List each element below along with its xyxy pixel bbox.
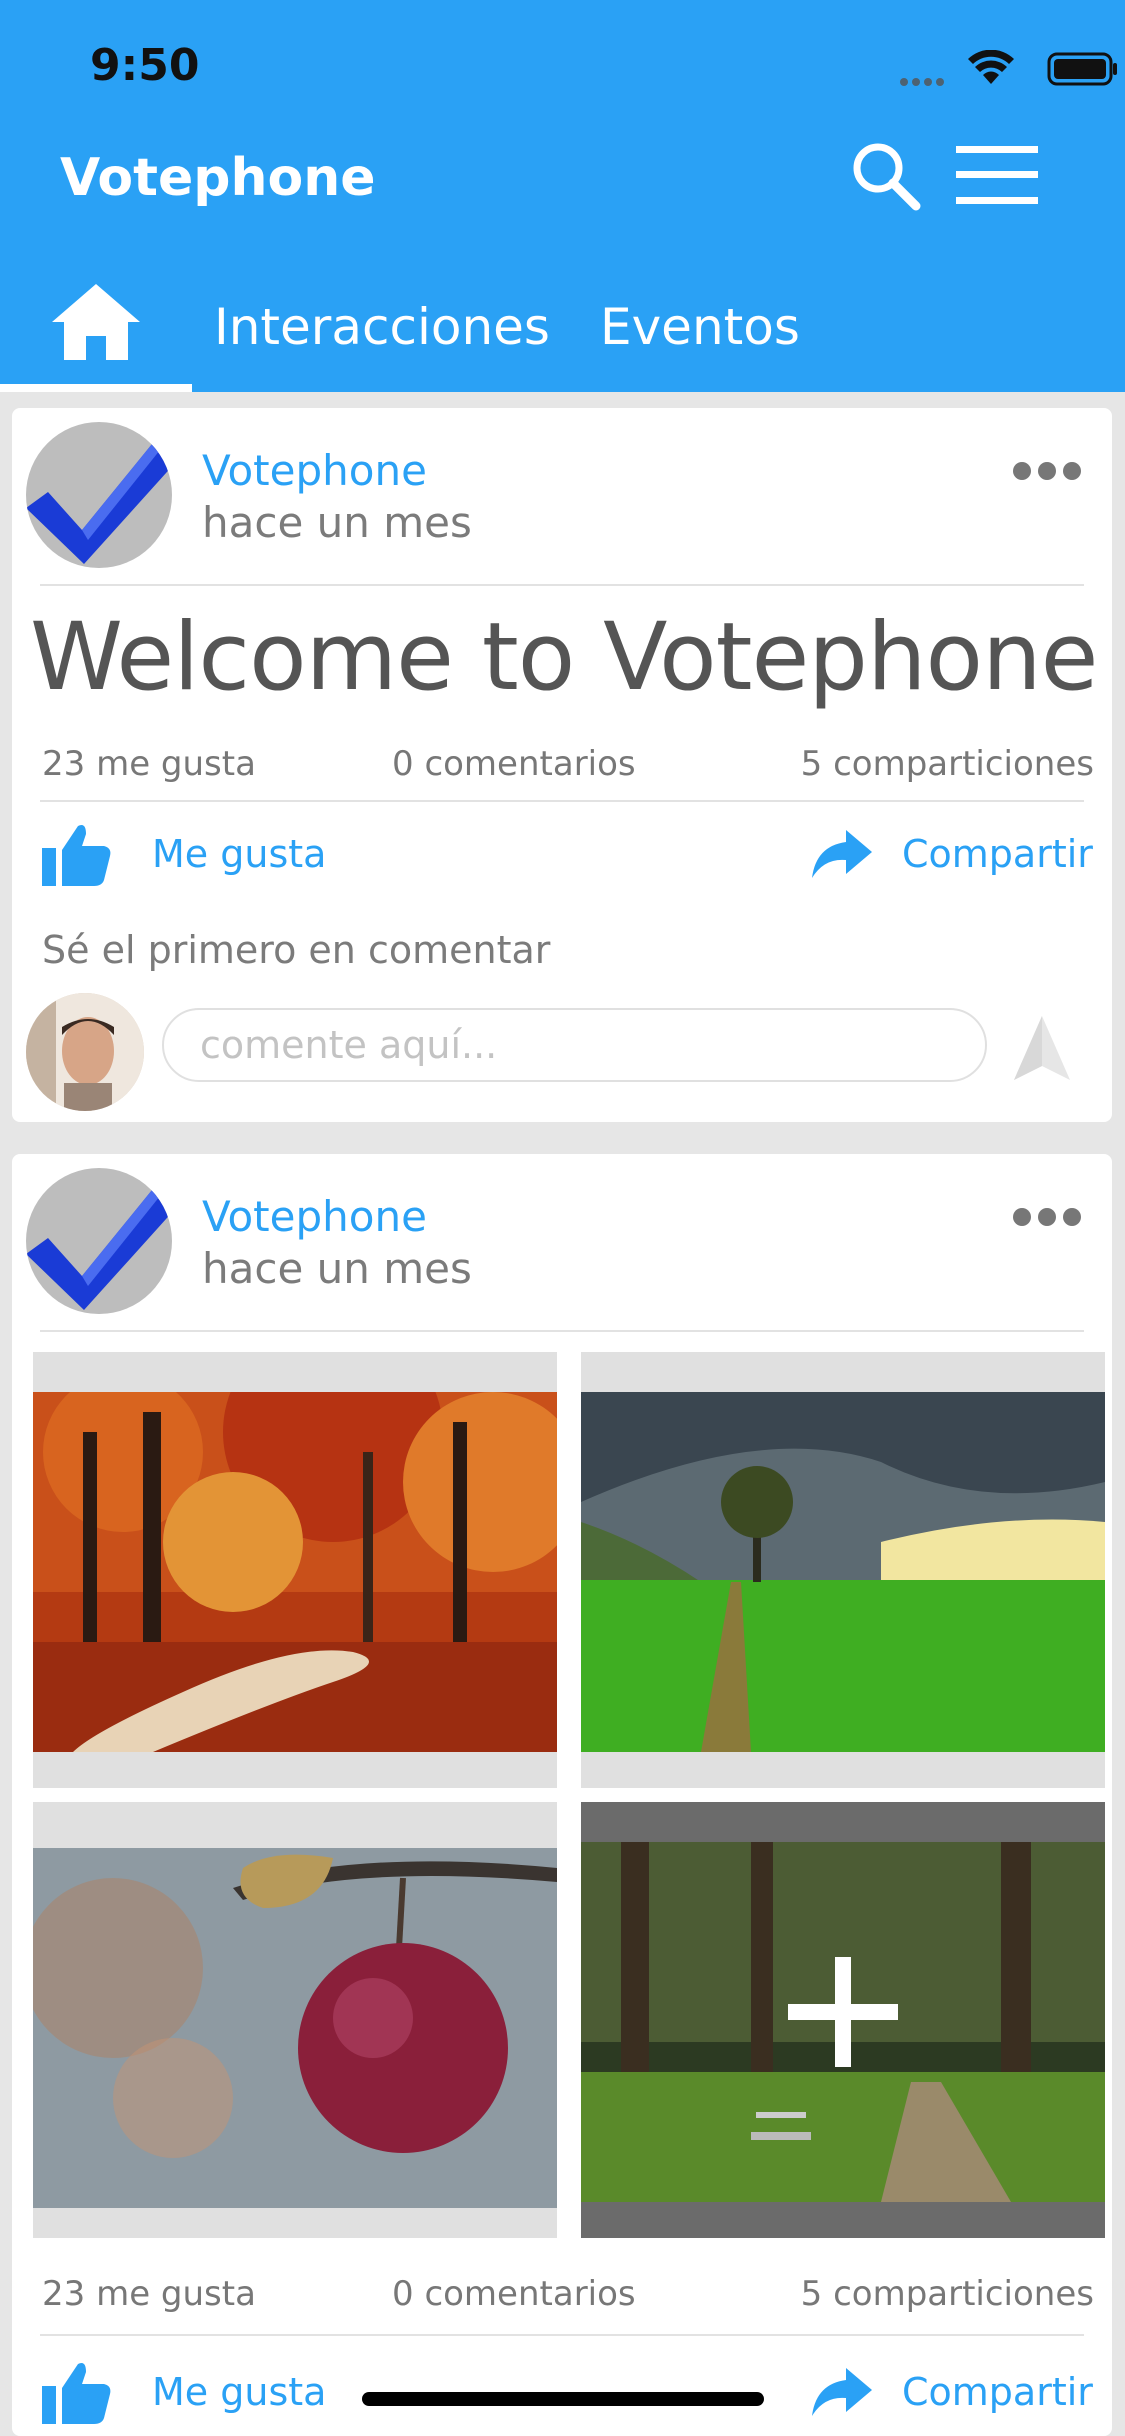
share-arrow-icon [812, 830, 872, 878]
tab-active-indicator [0, 384, 192, 392]
image-tile-autumn-forest-path[interactable] [33, 1352, 557, 1788]
likes-count[interactable]: 23 me gusta [42, 744, 256, 784]
like-label: Me gusta [152, 2370, 327, 2414]
menu-button[interactable] [956, 146, 1038, 204]
comment-input[interactable] [162, 1008, 987, 1082]
post-time: hace un mes [202, 1244, 472, 1293]
more-options-button[interactable] [1012, 1204, 1082, 1230]
home-indicator[interactable] [362, 2392, 764, 2406]
shares-count[interactable]: 5 comparticiones [801, 744, 1094, 784]
search-icon [853, 143, 921, 211]
post-author[interactable]: Votephone [202, 446, 427, 495]
author-avatar[interactable] [26, 422, 172, 568]
tab-bar: Interacciones Eventos [0, 270, 1125, 392]
divider [40, 800, 1084, 802]
post-time: hace un mes [202, 498, 472, 547]
tab-interacciones[interactable]: Interacciones [214, 298, 550, 356]
plus-icon [788, 1957, 898, 2067]
user-avatar[interactable] [26, 993, 144, 1111]
more-options-button[interactable] [1012, 458, 1082, 484]
comments-count[interactable]: 0 comentarios [392, 2274, 636, 2314]
search-button[interactable] [848, 138, 922, 212]
checkmark-logo-icon [26, 1190, 172, 1310]
green-field-image [581, 1392, 1105, 1752]
share-button[interactable]: Compartir [812, 2360, 1102, 2430]
post-stats: 23 me gusta 0 comentarios 5 comparticion… [42, 2274, 1094, 2318]
post-stats: 23 me gusta 0 comentarios 5 comparticion… [42, 744, 1094, 788]
image-tile-red-apple-branch[interactable] [33, 1802, 557, 2238]
comments-count[interactable]: 0 comentarios [392, 744, 636, 784]
signal-icon [900, 78, 944, 86]
user-photo [26, 993, 144, 1111]
more-dots-icon [1013, 1208, 1081, 1226]
share-button[interactable]: Compartir [812, 822, 1102, 892]
image-tile-green-field-tree[interactable] [581, 1352, 1105, 1788]
post-card: Votephone hace un mes 23 me gusta 0 come… [12, 1154, 1112, 2436]
send-icon [1014, 1016, 1070, 1080]
autumn-forest-image [33, 1392, 557, 1752]
divider [40, 1330, 1084, 1332]
divider [40, 584, 1084, 586]
divider [40, 2334, 1084, 2336]
likes-count[interactable]: 23 me gusta [42, 2274, 256, 2314]
red-apple-image [33, 1848, 557, 2208]
share-label: Compartir [902, 2370, 1093, 2414]
app-bar: 9:50 Votephone Interacciones Eventos [0, 0, 1125, 392]
tab-eventos[interactable]: Eventos [600, 298, 800, 356]
home-icon [52, 284, 140, 360]
more-dots-icon [1013, 462, 1081, 480]
tab-home[interactable] [0, 270, 192, 392]
image-tile-forest-park-bench[interactable] [581, 1802, 1105, 2238]
post-author[interactable]: Votephone [202, 1192, 427, 1241]
like-button[interactable]: Me gusta [42, 2360, 342, 2430]
post-title: Welcome to Votephone [30, 603, 1098, 712]
app-title: Votephone [60, 148, 376, 208]
share-arrow-icon [812, 2368, 872, 2416]
thumbs-up-icon [42, 825, 111, 886]
checkmark-logo-icon [26, 444, 172, 564]
post-card: Votephone hace un mes Welcome to Votepho… [12, 408, 1112, 1122]
hamburger-menu-icon [956, 146, 1038, 204]
wifi-icon [968, 50, 1014, 84]
first-comment-prompt: Sé el primero en comentar [42, 928, 551, 972]
like-button[interactable]: Me gusta [42, 822, 342, 892]
like-label: Me gusta [152, 832, 327, 876]
shares-count[interactable]: 5 comparticiones [801, 2274, 1094, 2314]
thumbs-up-icon [42, 2363, 111, 2424]
send-comment-button[interactable] [1012, 1016, 1072, 1082]
status-time: 9:50 [90, 40, 200, 91]
battery-icon [1047, 52, 1117, 86]
share-label: Compartir [902, 832, 1093, 876]
author-avatar[interactable] [26, 1168, 172, 1314]
